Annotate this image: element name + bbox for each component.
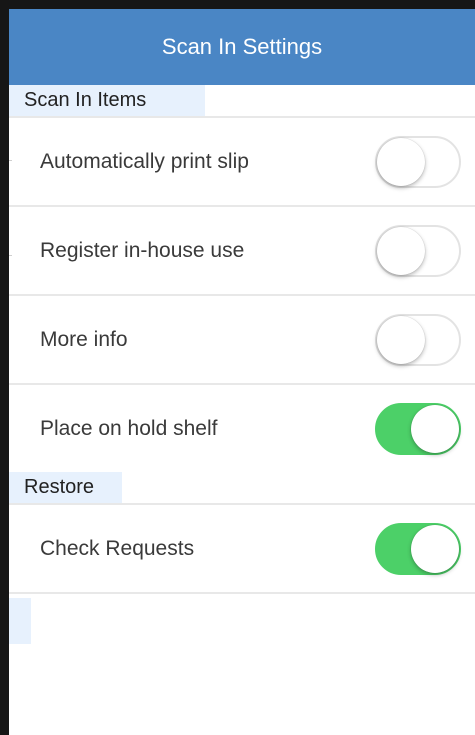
toggle-knob (377, 226, 425, 275)
place-on-hold-shelf-toggle[interactable] (375, 402, 461, 455)
setting-label: Automatically print slip (40, 149, 249, 173)
list-divider (9, 592, 475, 594)
toggle-knob (411, 404, 459, 453)
register-in-house-use-toggle[interactable] (375, 224, 461, 277)
page-title: Scan In Settings (161, 34, 323, 59)
setting-label: Place on hold shelf (40, 416, 218, 440)
toggle-knob (377, 137, 425, 186)
setting-label: Check Requests (40, 536, 195, 560)
edge-divider-mark (9, 160, 12, 161)
setting-row-place-on-hold-shelf: Place on hold shelf (9, 383, 475, 472)
print-slip-toggle[interactable] (375, 135, 461, 188)
setting-row-register-in-house-use: Register in-house use (9, 205, 475, 294)
more-info-toggle[interactable] (375, 313, 461, 366)
setting-label: More info (40, 327, 128, 351)
check-requests-toggle[interactable] (375, 522, 461, 575)
setting-row-check-requests: Check Requests (9, 503, 475, 592)
setting-row-more-info: More info (9, 294, 475, 383)
empty-section-header (9, 598, 31, 644)
navigation-bar: Scan In Settings (9, 9, 475, 85)
toggle-knob (411, 524, 459, 573)
toggle-knob (377, 315, 425, 364)
setting-row-automatically-print-slip: Automatically print slip (9, 116, 475, 205)
section-header-restore: Restore (9, 472, 475, 503)
settings-screen: Scan In Settings Scan In Items Automatic… (0, 0, 475, 735)
section-header-scan-in-items: Scan In Items (9, 85, 475, 116)
edge-divider-mark (9, 255, 12, 256)
setting-label: Register in-house use (40, 238, 245, 262)
